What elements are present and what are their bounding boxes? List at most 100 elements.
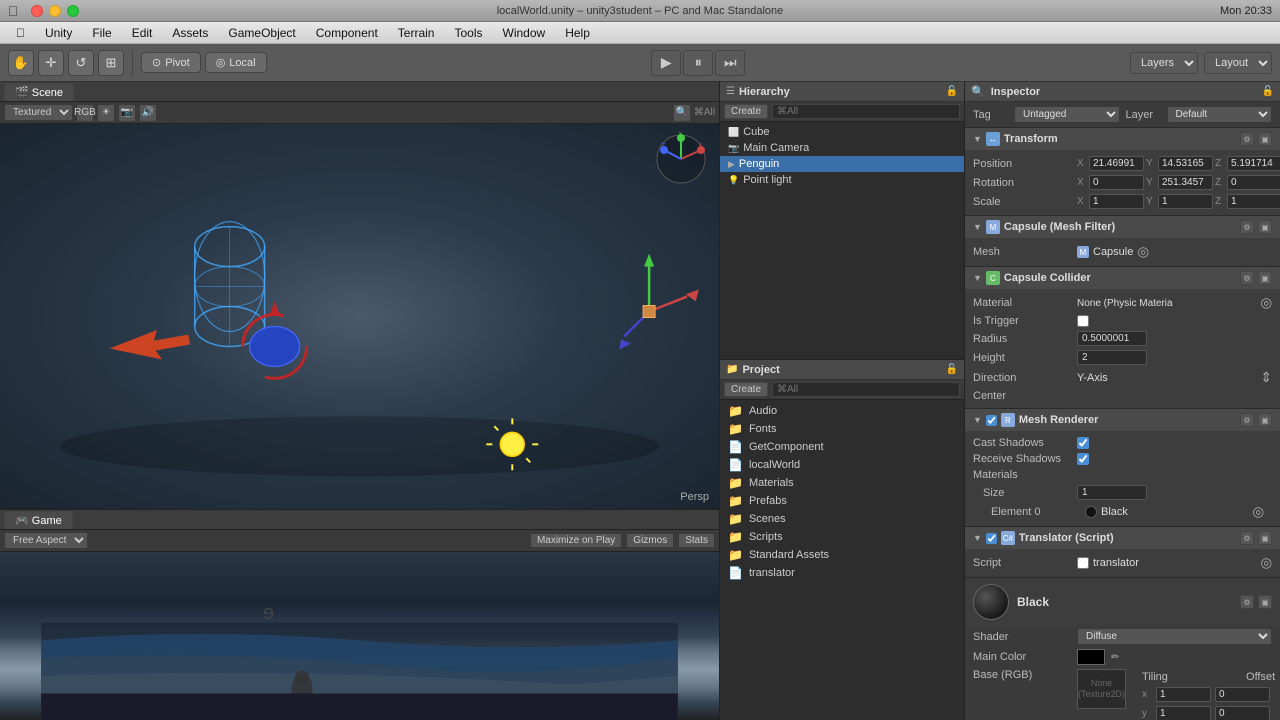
layer-dropdown[interactable]: Default <box>1167 106 1273 123</box>
local-button[interactable]: ◎ Local <box>205 52 267 73</box>
project-item-prefabs[interactable]: 📁 Prefabs <box>720 492 964 510</box>
capsule-collider-header[interactable]: ▼ C Capsule Collider ⚙ ▣ <box>965 267 1280 289</box>
hierarchy-item-penguin[interactable]: ▶ Penguin <box>720 156 964 172</box>
tag-dropdown[interactable]: Untagged <box>1014 106 1120 123</box>
collider-material-select-icon[interactable]: ◎ <box>1260 295 1272 311</box>
rot-y-input[interactable] <box>1158 175 1213 190</box>
project-lock-icon[interactable]: 🔓 <box>946 364 958 375</box>
menu-tools[interactable]: Tools <box>446 24 490 42</box>
tiling-x-input[interactable] <box>1156 687 1211 702</box>
menu-terrain[interactable]: Terrain <box>390 24 443 42</box>
offset-y-input[interactable] <box>1215 706 1270 720</box>
menu-help[interactable]: Help <box>557 24 598 42</box>
transform-header[interactable]: ▼ ↔ Transform ⚙ ▣ <box>965 128 1280 150</box>
play-button[interactable]: ▶ <box>651 50 681 76</box>
step-button[interactable]: ⏭ <box>715 50 745 76</box>
cast-shadows-checkbox[interactable] <box>1077 437 1089 449</box>
pos-y-input[interactable] <box>1158 156 1213 171</box>
search-icon[interactable]: 🔍 <box>673 104 691 122</box>
pivot-button[interactable]: ⊙ Pivot <box>141 52 201 73</box>
menu-gameobject[interactable]: GameObject <box>220 24 303 42</box>
material-expand-icon[interactable]: ▣ <box>1258 595 1272 609</box>
offset-x-input[interactable] <box>1215 687 1270 702</box>
maximize-on-play-button[interactable]: Maximize on Play <box>530 533 622 548</box>
render-mode-dropdown[interactable]: Textured <box>4 104 73 121</box>
pos-x-input[interactable] <box>1089 156 1144 171</box>
close-button[interactable] <box>31 5 43 17</box>
height-input[interactable] <box>1077 350 1147 365</box>
scene-tab[interactable]: 🎬 Scene <box>4 83 74 101</box>
game-content[interactable]: e <box>0 552 719 720</box>
project-item-standard-assets[interactable]: 📁 Standard Assets <box>720 546 964 564</box>
inspector-lock-icon[interactable]: 🔓 <box>1262 86 1274 97</box>
rot-x-input[interactable] <box>1089 175 1144 190</box>
window-controls[interactable] <box>31 5 79 17</box>
hierarchy-item-main-camera[interactable]: 📷 Main Camera <box>720 140 964 156</box>
transform-expand-icon[interactable]: ▣ <box>1258 132 1272 146</box>
color-picker-icon[interactable]: ✏ <box>1111 652 1119 663</box>
scene-content[interactable]: Y X Z Persp <box>0 124 719 509</box>
tiling-y-input[interactable] <box>1156 706 1211 720</box>
direction-expand-icon[interactable]: ⇕ <box>1260 369 1272 386</box>
hand-tool-button[interactable]: ✋ <box>8 50 34 76</box>
aspect-ratio-dropdown[interactable]: Free Aspect <box>4 532 88 549</box>
radius-input[interactable] <box>1077 331 1147 346</box>
script-select-icon[interactable]: ◎ <box>1260 555 1272 571</box>
hierarchy-search-input[interactable] <box>772 104 960 119</box>
camera-button[interactable]: 📷 <box>118 104 136 122</box>
transform-settings-icon[interactable]: ⚙ <box>1240 132 1254 146</box>
main-color-swatch[interactable] <box>1077 649 1105 665</box>
project-item-getcomponent[interactable]: 📄 GetComponent <box>720 438 964 456</box>
mesh-renderer-enabled-checkbox[interactable] <box>986 415 997 426</box>
hierarchy-item-cube[interactable]: ⬜ Cube <box>720 124 964 140</box>
project-item-translator[interactable]: 📄 translator <box>720 564 964 582</box>
project-create-button[interactable]: Create <box>724 382 768 397</box>
menu-unity[interactable]: Unity <box>37 24 80 42</box>
menu-edit[interactable]: Edit <box>124 24 161 42</box>
rgb-button[interactable]: RGB <box>76 104 94 122</box>
project-item-localworld[interactable]: 📄 localWorld <box>720 456 964 474</box>
translator-enabled-checkbox[interactable] <box>986 533 997 544</box>
script-checkbox[interactable] <box>1077 557 1089 569</box>
scale-y-input[interactable] <box>1158 194 1213 209</box>
capsule-settings-icon[interactable]: ⚙ <box>1240 271 1254 285</box>
menu-window[interactable]: Window <box>495 24 554 42</box>
capsule-expand-icon[interactable]: ▣ <box>1258 271 1272 285</box>
menu-assets[interactable]: Assets <box>164 24 216 42</box>
mesh-renderer-settings-icon[interactable]: ⚙ <box>1240 413 1254 427</box>
receive-shadows-checkbox[interactable] <box>1077 453 1089 465</box>
project-item-materials[interactable]: 📁 Materials <box>720 474 964 492</box>
pause-button[interactable]: ⏸ <box>683 50 713 76</box>
lighting-button[interactable]: ☀ <box>97 104 115 122</box>
project-item-scenes[interactable]: 📁 Scenes <box>720 510 964 528</box>
shader-dropdown[interactable]: Diffuse <box>1077 628 1272 645</box>
scale-z-input[interactable] <box>1227 194 1280 209</box>
mesh-renderer-header[interactable]: ▼ R Mesh Renderer ⚙ ▣ <box>965 409 1280 431</box>
mesh-filter-header[interactable]: ▼ M Capsule (Mesh Filter) ⚙ ▣ <box>965 216 1280 238</box>
rotate-tool-button[interactable]: ↺ <box>68 50 94 76</box>
project-item-audio[interactable]: 📁 Audio <box>720 402 964 420</box>
mesh-select-icon[interactable]: ◎ <box>1137 244 1149 260</box>
move-tool-button[interactable]: ✛ <box>38 50 64 76</box>
rot-z-input[interactable] <box>1227 175 1280 190</box>
mesh-filter-expand-icon[interactable]: ▣ <box>1258 220 1272 234</box>
layers-dropdown[interactable]: Layers <box>1130 52 1198 74</box>
translator-script-header[interactable]: ▼ C# Translator (Script) ⚙ ▣ <box>965 527 1280 549</box>
game-tab[interactable]: 🎮 Game <box>4 511 73 529</box>
layout-dropdown[interactable]: Layout <box>1204 52 1272 74</box>
audio-button[interactable]: 🔊 <box>139 104 157 122</box>
project-search-input[interactable] <box>772 382 960 397</box>
gizmos-button[interactable]: Gizmos <box>626 533 674 548</box>
scale-tool-button[interactable]: ⊞ <box>98 50 124 76</box>
mesh-filter-settings-icon[interactable]: ⚙ <box>1240 220 1254 234</box>
scale-x-input[interactable] <box>1089 194 1144 209</box>
translator-expand-icon[interactable]: ▣ <box>1258 531 1272 545</box>
menu-component[interactable]: Component <box>308 24 386 42</box>
mesh-renderer-expand-icon[interactable]: ▣ <box>1258 413 1272 427</box>
hierarchy-lock-icon[interactable]: 🔓 <box>946 86 958 97</box>
hierarchy-item-point-light[interactable]: 💡 Point light <box>720 172 964 188</box>
minimize-button[interactable] <box>49 5 61 17</box>
hierarchy-create-button[interactable]: Create <box>724 104 768 119</box>
is-trigger-checkbox[interactable] <box>1077 315 1089 327</box>
material-settings-icon[interactable]: ⚙ <box>1240 595 1254 609</box>
